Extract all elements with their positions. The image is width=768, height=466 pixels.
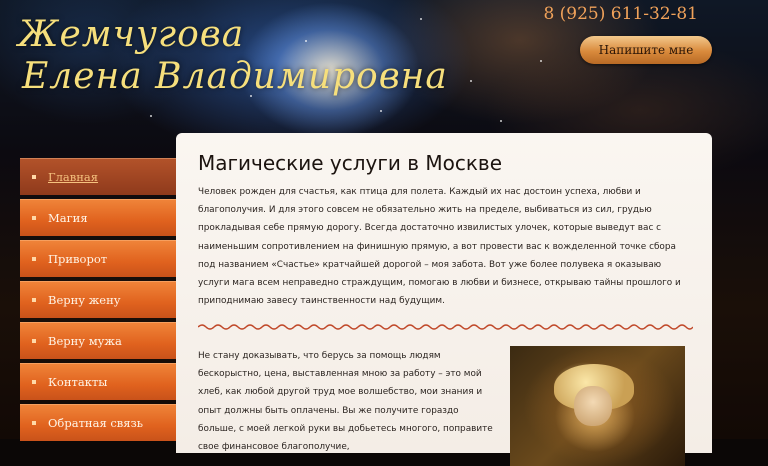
bullet-icon [32,256,36,261]
bullet-icon [32,338,36,343]
logo-full-name: Елена Владимировна [22,56,448,97]
bullet-icon [32,215,36,220]
nav-item-contacts[interactable]: Контакты [20,363,176,400]
bullet-icon [32,379,36,384]
content-panel: Магические услуги в Москве Человек рожде… [176,133,712,466]
bullet-icon [32,174,36,179]
nav-item-magic[interactable]: Магия [20,199,176,236]
bullet-icon [32,420,36,425]
nav-item-label: Контакты [48,374,108,389]
nav-item-love-spell[interactable]: Приворот [20,240,176,277]
intro-paragraph: Человек рожден для счастья, как птица дл… [198,187,681,307]
nav-item-feedback[interactable]: Обратная связь [20,404,176,441]
nav-item-label: Магия [48,210,88,225]
nav-item-label: Верну мужа [48,333,122,348]
bullet-icon [32,297,36,302]
site-logo[interactable]: Жемчугова Елена Владимировна [18,14,448,98]
nav-item-label: Приворот [48,251,108,266]
page-title: Магические услуги в Москве [198,151,502,175]
logo-first-name: Жемчугова [18,14,245,55]
sidebar-nav: Главная Магия Приворот Верну жену Верну … [20,158,176,445]
sorceress-image [510,346,685,466]
nav-item-home[interactable]: Главная [20,158,176,195]
phone-number[interactable]: 8 (925) 611-32-81 [543,4,698,24]
write-me-button[interactable]: Напишите мне [580,36,712,64]
nav-item-label: Обратная связь [48,415,144,430]
nav-item-return-husband[interactable]: Верну мужа [20,322,176,359]
nav-item-label: Главная [48,169,99,184]
nav-item-label: Верну жену [48,292,121,307]
second-paragraph: Не стану доказывать, что берусь за помощ… [198,351,493,453]
wave-divider [198,324,693,330]
nav-item-return-wife[interactable]: Верну жену [20,281,176,318]
